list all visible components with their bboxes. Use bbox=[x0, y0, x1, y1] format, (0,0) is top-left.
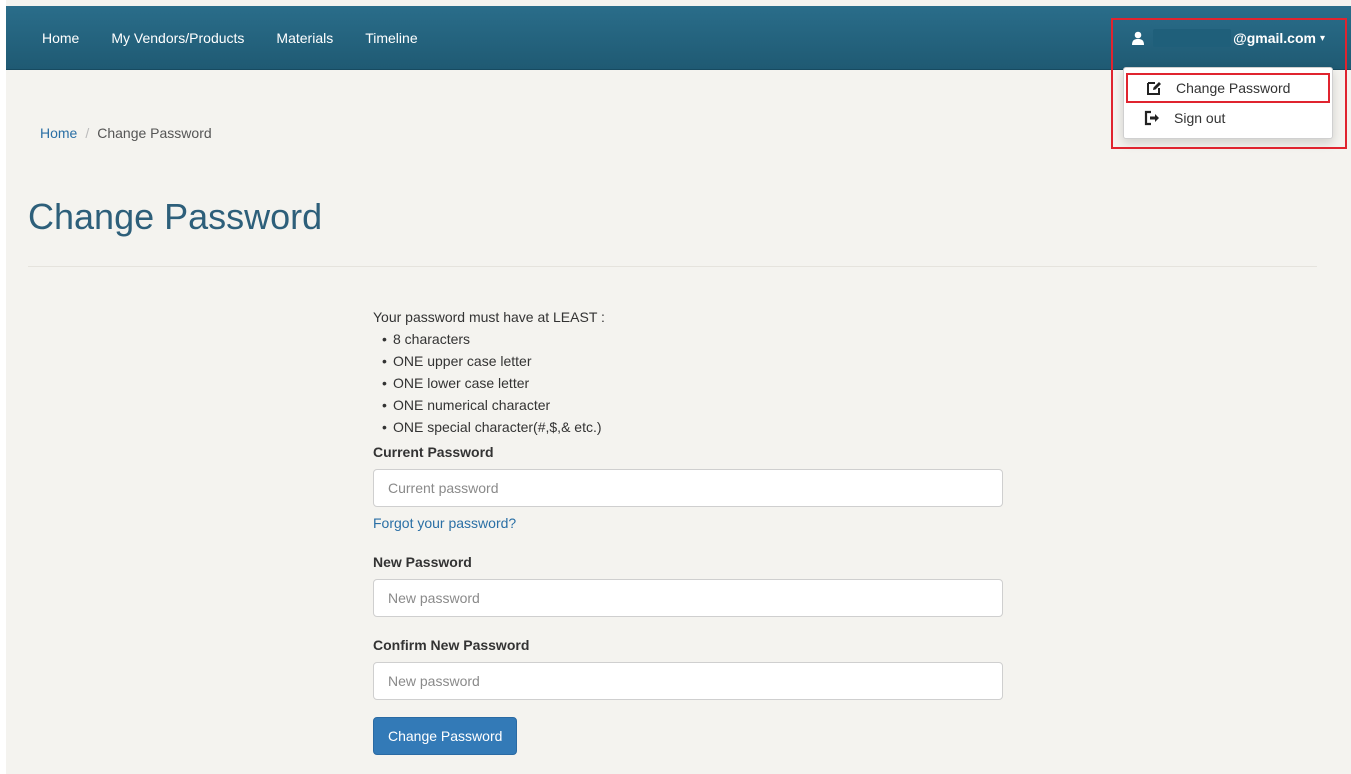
change-password-button[interactable]: Change Password bbox=[373, 717, 518, 755]
edit-icon bbox=[1147, 82, 1161, 95]
chevron-down-icon: ▾ bbox=[1319, 32, 1325, 44]
nav-materials[interactable]: Materials bbox=[260, 30, 349, 46]
requirement-item: ONE special character(#,$,& etc.) bbox=[373, 416, 1003, 438]
nav-timeline[interactable]: Timeline bbox=[349, 30, 433, 46]
menu-item-sign-out[interactable]: Sign out bbox=[1124, 103, 1332, 133]
requirement-item: 8 characters bbox=[373, 328, 1003, 350]
user-email: @gmail.com bbox=[1233, 30, 1316, 46]
nav-home[interactable]: Home bbox=[34, 30, 95, 46]
user-dropdown-menu: Change Password Sign out bbox=[1123, 67, 1333, 139]
requirement-item: ONE numerical character bbox=[373, 394, 1003, 416]
menu-item-label: Sign out bbox=[1174, 110, 1226, 126]
nav-vendors-products[interactable]: My Vendors/Products bbox=[95, 30, 260, 46]
user-icon bbox=[1132, 31, 1145, 45]
new-password-label: New Password bbox=[373, 554, 472, 570]
forgot-password-link[interactable]: Forgot your password? bbox=[373, 515, 516, 531]
confirm-password-input[interactable] bbox=[373, 662, 1003, 700]
new-password-input[interactable] bbox=[373, 579, 1003, 617]
requirements-list: 8 characters ONE upper case letter ONE l… bbox=[373, 328, 1003, 438]
requirement-item: ONE lower case letter bbox=[373, 372, 1003, 394]
menu-item-label: Change Password bbox=[1176, 80, 1291, 96]
user-menu-toggle[interactable]: @gmail.com ▾ bbox=[1131, 6, 1325, 70]
redacted-username bbox=[1153, 29, 1232, 47]
breadcrumb-home[interactable]: Home bbox=[40, 125, 77, 141]
breadcrumb: Home / Change Password bbox=[40, 125, 212, 141]
page-title: Change Password bbox=[28, 196, 323, 237]
requirement-item: ONE upper case letter bbox=[373, 350, 1003, 372]
title-divider bbox=[28, 266, 1317, 267]
current-password-label: Current Password bbox=[373, 444, 494, 460]
top-navbar: Home My Vendors/Products Materials Timel… bbox=[6, 6, 1351, 70]
requirements-intro: Your password must have at LEAST : bbox=[373, 309, 605, 325]
current-password-input[interactable] bbox=[373, 469, 1003, 507]
confirm-password-label: Confirm New Password bbox=[373, 637, 530, 653]
breadcrumb-separator: / bbox=[85, 125, 90, 141]
sign-out-icon bbox=[1144, 110, 1159, 126]
nav-links: Home My Vendors/Products Materials Timel… bbox=[34, 6, 434, 70]
menu-item-change-password[interactable]: Change Password bbox=[1126, 73, 1330, 103]
breadcrumb-current: Change Password bbox=[97, 125, 212, 141]
change-password-form: Your password must have at LEAST : 8 cha… bbox=[373, 308, 1003, 755]
